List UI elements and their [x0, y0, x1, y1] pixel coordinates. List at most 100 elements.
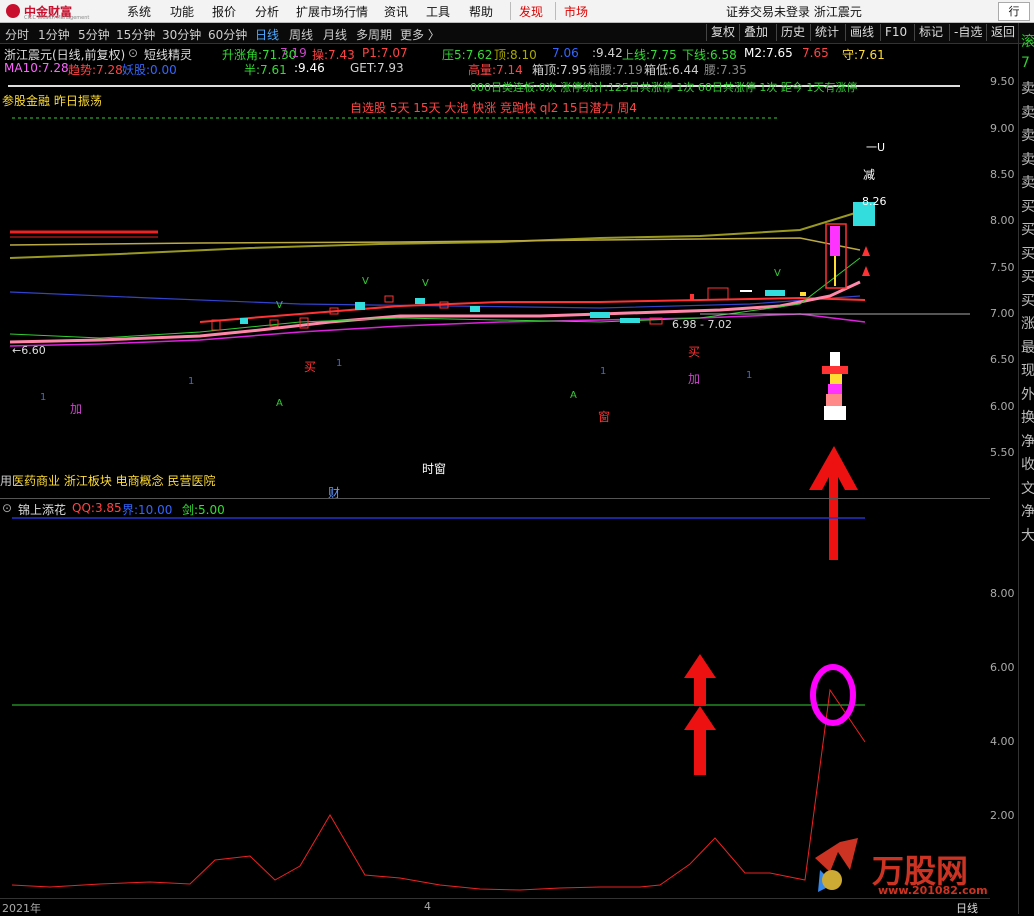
logo-subtext: CICC Wealth Management [24, 15, 90, 21]
period-30min[interactable]: 30分钟 [162, 26, 201, 43]
menu-news[interactable]: 资讯 [384, 3, 408, 20]
value-label: M2: [744, 46, 767, 60]
btn-draw[interactable]: 画线 [845, 24, 878, 41]
right-panel-label: 最 [1021, 339, 1034, 356]
value-number: 7.07 [380, 46, 408, 60]
value-label: 下线: [682, 48, 711, 62]
menu-quote[interactable]: 报价 [212, 3, 236, 20]
header-value: 妖股:0.00 [122, 61, 177, 78]
header-value: M2:7.65 [744, 46, 793, 60]
period-daily[interactable]: 日线 [255, 26, 279, 43]
right-panel-label: 现 [1021, 363, 1034, 379]
btn-f10[interactable]: F10 [880, 24, 911, 41]
time-window-text: 时窗 [422, 462, 447, 476]
menu-tools[interactable]: 工具 [426, 3, 450, 20]
header-value: 剑:5.00 [182, 501, 225, 518]
axis-label: 6.00 [990, 400, 1015, 413]
right-panel-label: 买 [1021, 245, 1034, 262]
v-marker: V [422, 278, 429, 289]
value-number: 6.58 [710, 48, 737, 62]
value-number: 7.65 [802, 46, 829, 60]
period-monthly[interactable]: 月线 [323, 26, 347, 43]
value-number: 7.62 [465, 48, 493, 62]
period-15min[interactable]: 15分钟 [116, 26, 155, 43]
menu-bar: 中金财富 CICC Wealth Management 系统 功能 报价 分析 … [0, 0, 1034, 23]
menu-help[interactable]: 帮助 [469, 3, 493, 20]
right-quote-panel[interactable]: 滚7卖卖卖卖卖买买买买买涨最现外换净收文净大 [1018, 23, 1034, 914]
watermark-url: www.201082.com [878, 884, 988, 897]
window-button[interactable]: 行 [998, 2, 1030, 21]
axis-label: 9.50 [990, 75, 1015, 88]
btn-overlay[interactable]: 叠加 [739, 24, 772, 41]
value-label: 上线: [622, 48, 651, 62]
period-1min[interactable]: 1分钟 [38, 26, 70, 43]
period-multi[interactable]: 多周期 [356, 26, 392, 43]
period-more[interactable]: 更多 〉 [400, 26, 440, 43]
period-weekly[interactable]: 周线 [289, 26, 313, 43]
header-value: 箱低:6.44 [644, 61, 699, 78]
header-value: 7.19 [280, 46, 307, 60]
menu-market[interactable]: 市场 [564, 3, 588, 20]
sub-indicator-dropdown-icon[interactable]: ⊙ [2, 501, 12, 515]
period-toolbar: 分时 1分钟 5分钟 15分钟 30分钟 60分钟 日线 周线 月线 多周期 更… [0, 23, 1034, 44]
candles [211, 202, 875, 331]
price-axis: 9.50 9.00 8.50 8.00 7.50 7.00 6.50 6.00 … [990, 44, 1016, 914]
window-marker: 窗 [598, 410, 611, 424]
chart-canvas[interactable] [0, 0, 1034, 914]
btn-fuquan[interactable]: 复权 [706, 24, 739, 41]
menu-extended-market[interactable]: 扩展市场行情 [296, 3, 368, 20]
right-panel-label: 换 [1021, 410, 1034, 426]
value-label: 高量: [468, 63, 497, 77]
period-timeshare[interactable]: 分时 [5, 26, 29, 43]
btn-stats[interactable]: 统计 [810, 24, 843, 41]
value-label: 箱腰: [588, 63, 617, 77]
sub-axis-label: 6.00 [990, 661, 1015, 674]
small-1-marker: 1 [188, 376, 195, 387]
sub-indicator-name[interactable]: 锦上添花 [18, 501, 66, 518]
sub-axis-label: 8.00 [990, 587, 1015, 600]
period-60min[interactable]: 60分钟 [208, 26, 247, 43]
btn-history[interactable]: 历史 [776, 24, 809, 41]
panel-divider[interactable] [0, 498, 990, 499]
buy-marker: 买 [304, 360, 317, 374]
watchlist-text: 自选股 5天 15天 大池 快涨 竞跑快 ql2 15日潜力 周4 [350, 101, 637, 115]
value-number: 0.00 [150, 63, 177, 77]
menu-function[interactable]: 功能 [170, 3, 194, 20]
value-number: 7.61 [858, 48, 885, 62]
header-value: 守:7.61 [842, 46, 885, 63]
right-panel-label: 外 [1021, 386, 1034, 403]
sector-prefix: 用 [0, 474, 13, 488]
right-panel-label: 卖 [1021, 81, 1034, 97]
right-panel-label: 卖 [1021, 151, 1034, 168]
logo-icon [6, 4, 20, 18]
menu-discover[interactable]: 发现 [519, 3, 543, 20]
value-label: P1: [362, 46, 381, 60]
btn-mark[interactable]: 标记 [914, 24, 947, 41]
right-panel-label: 收 [1021, 457, 1034, 473]
high-price-label: 8.26 [862, 195, 887, 208]
value-number: 7.35 [720, 63, 747, 77]
sub-red-line [11, 688, 866, 891]
header-value: :9.46 [294, 61, 325, 75]
value-number: 7.28 [41, 61, 69, 75]
value-label: 半: [244, 63, 261, 77]
menu-analysis[interactable]: 分析 [255, 3, 279, 20]
v-marker: V [774, 268, 781, 279]
menu-system[interactable]: 系统 [127, 3, 151, 20]
value-number: 7.28 [96, 63, 123, 77]
value-number: 7.75 [650, 48, 677, 62]
value-number: 7.65 [766, 46, 793, 60]
v-marker: V [276, 300, 283, 311]
header-value: :9.42 [592, 46, 623, 60]
axis-label: 6.50 [990, 353, 1015, 366]
low-price-label: ←6.60 [12, 344, 46, 357]
indicator-dropdown-icon[interactable]: ⊙ [128, 46, 138, 60]
btn-remove-watch[interactable]: -自选 [949, 24, 986, 41]
red-arrows-sub [684, 654, 716, 775]
header-value: 半:7.61 [244, 61, 287, 78]
btn-back[interactable]: 返回 [986, 24, 1019, 41]
right-panel-label: 卖 [1021, 175, 1034, 191]
range-label: 6.98 - 7.02 [672, 318, 732, 331]
right-panel-label: 文 [1021, 480, 1034, 497]
period-5min[interactable]: 5分钟 [78, 26, 110, 43]
